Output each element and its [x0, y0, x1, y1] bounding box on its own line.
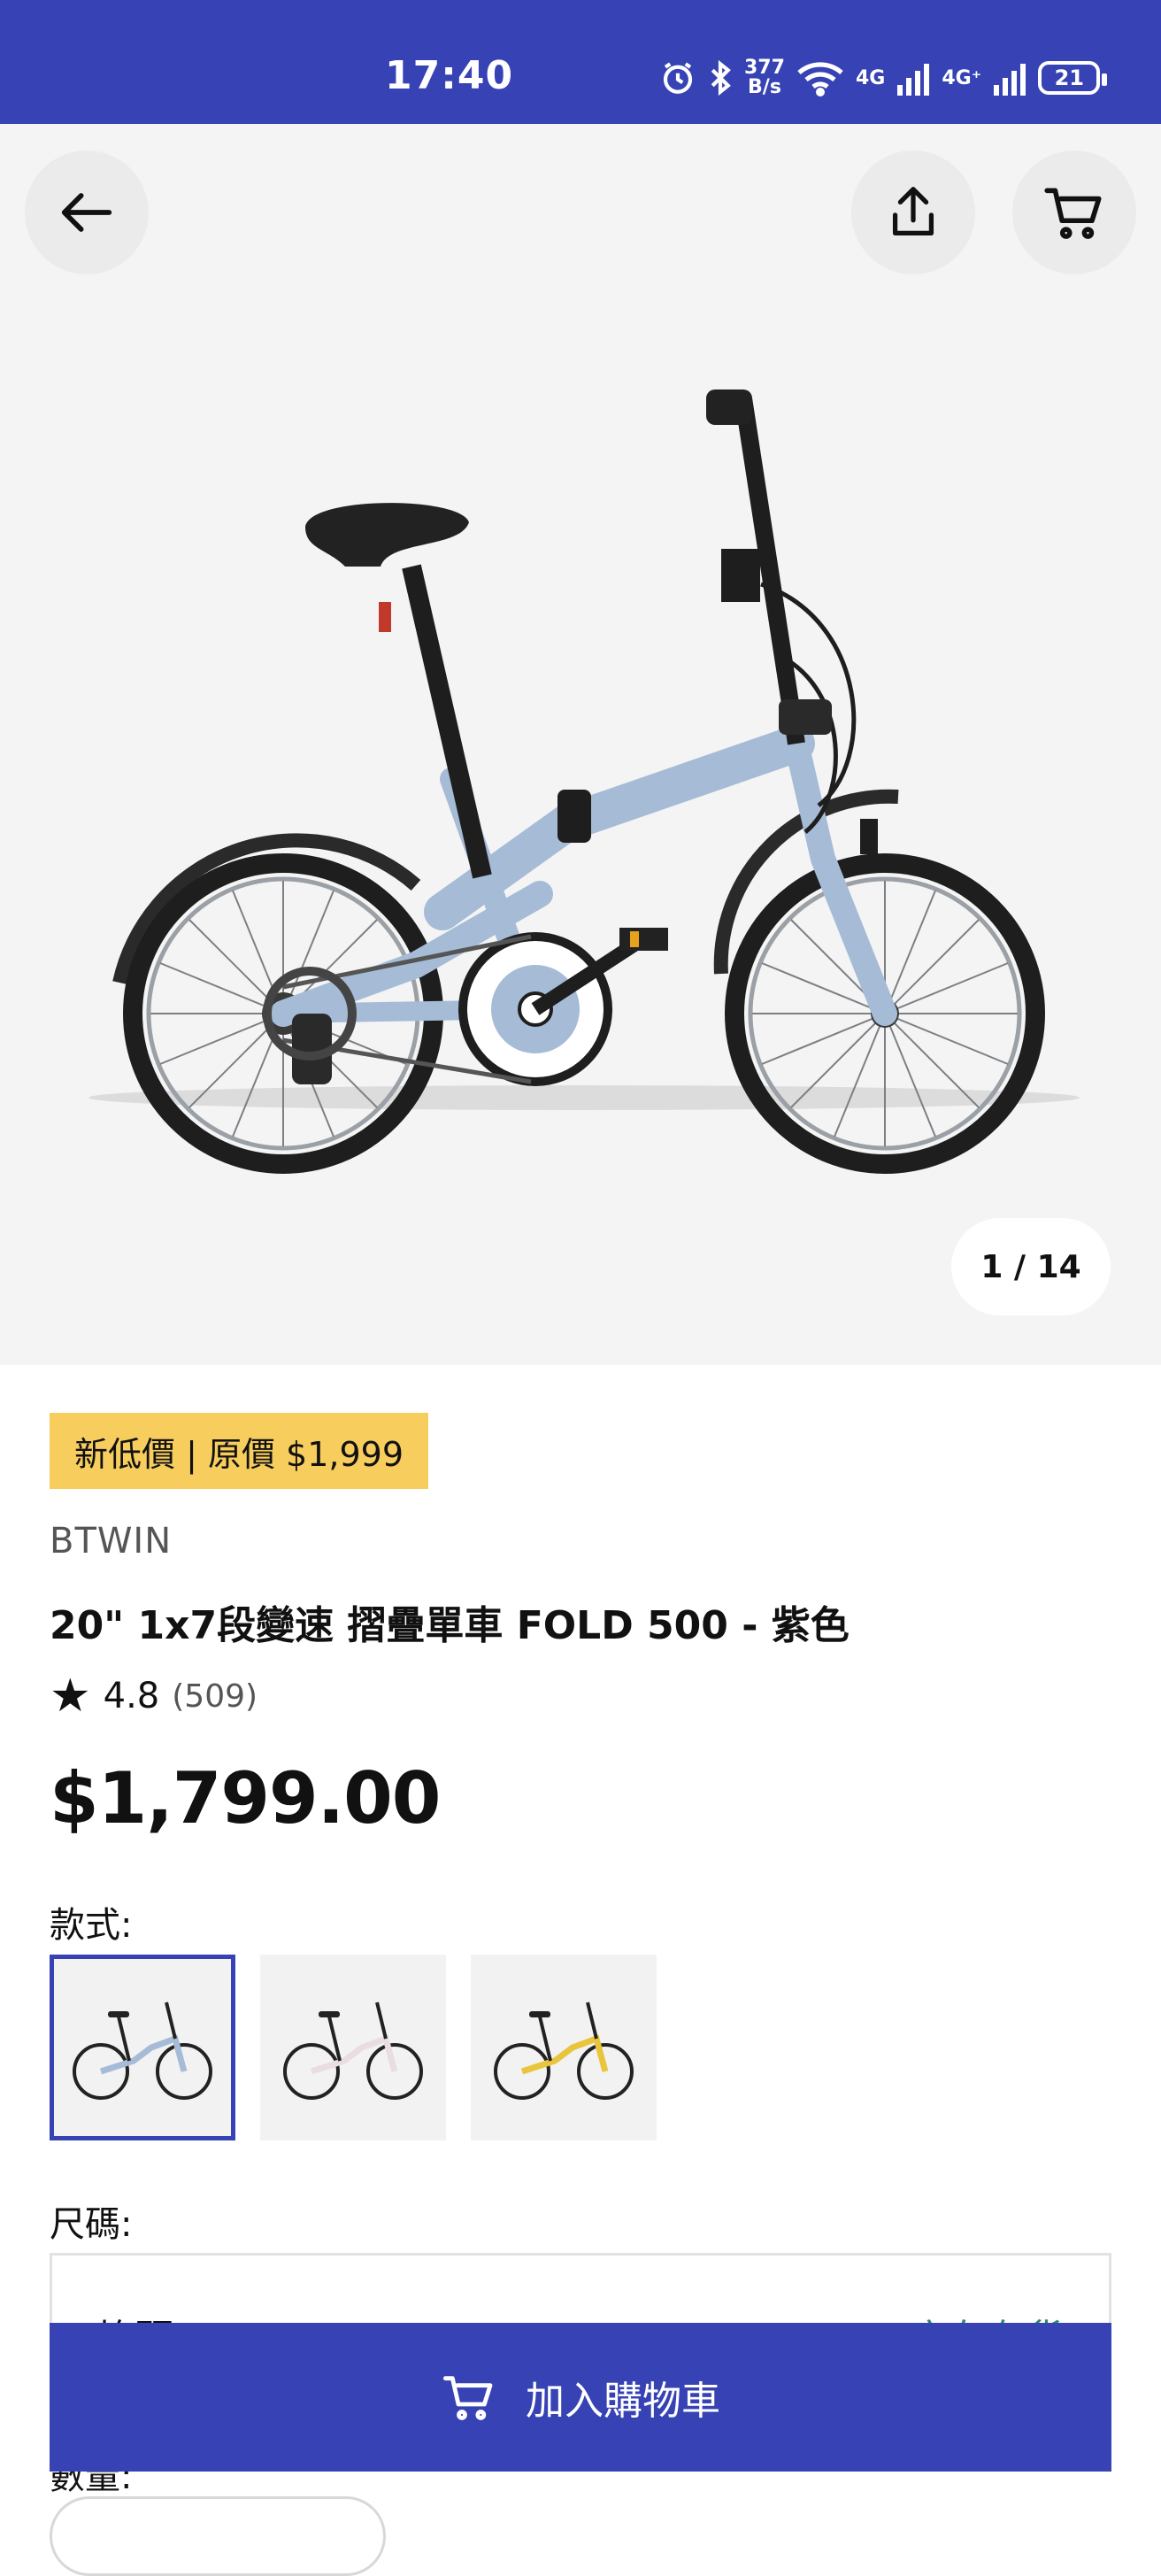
quantity-stepper[interactable] — [50, 2496, 386, 2576]
image-counter-text: 1 / 14 — [980, 1248, 1081, 1285]
product-gallery[interactable]: 1 / 14 — [0, 124, 1161, 1365]
product-rating[interactable]: ★ 4.8 (509) — [50, 1673, 258, 1719]
product-price: $1,799.00 — [50, 1757, 441, 1839]
brand-name[interactable]: BTWIN — [50, 1521, 172, 1562]
alarm-icon — [663, 62, 693, 94]
cart-icon — [442, 2376, 493, 2420]
add-to-cart-button[interactable]: 加入購物車 — [50, 2323, 1111, 2472]
rating-value: 4.8 — [103, 1676, 160, 1716]
promo-badge: 新低價 | 原價 $1,999 — [50, 1413, 429, 1489]
size-label: 尺碼: — [50, 2204, 133, 2245]
star-icon: ★ — [50, 1670, 91, 1723]
variant-thumbnail — [73, 2001, 212, 2100]
status-icons: 377 B/s 4G 4G⁺ 21 — [659, 55, 1108, 101]
signal-bars-1-icon — [897, 64, 930, 96]
battery-level: 21 — [1054, 66, 1084, 90]
battery-indicator: 21 — [1038, 61, 1108, 95]
signal-bars-2-icon — [994, 64, 1026, 96]
status-bar: 17:40 377 B/s 4G 4G⁺ 21 — [0, 0, 1161, 124]
variant-thumbnail — [283, 2001, 423, 2100]
status-time: 17:40 — [385, 53, 514, 98]
variant-option-3[interactable] — [471, 1955, 657, 2140]
image-counter: 1 / 14 — [951, 1218, 1111, 1315]
variant-option-2[interactable] — [260, 1955, 446, 2140]
signal-2-label: 4G⁺ — [942, 66, 982, 89]
network-speed-value: 377 — [744, 57, 785, 79]
network-speed: 377 B/s — [744, 58, 785, 97]
review-count: (509) — [172, 1677, 258, 1715]
network-speed-unit: B/s — [748, 76, 781, 98]
variant-label: 款式: — [50, 1905, 133, 1946]
variant-option-1[interactable] — [50, 1955, 235, 2140]
add-to-cart-label: 加入購物車 — [526, 2379, 720, 2424]
promo-badge-text: 新低價 | 原價 $1,999 — [74, 1434, 404, 1474]
bluetooth-icon — [711, 59, 731, 96]
wifi-icon — [797, 62, 843, 96]
product-image — [88, 389, 1080, 1174]
signal-1-label: 4G — [855, 66, 886, 89]
variant-thumbnail — [494, 2001, 634, 2100]
product-title: 20" 1x7段變速 摺疊單車 FOLD 500 - 紫色 — [50, 1603, 850, 1648]
